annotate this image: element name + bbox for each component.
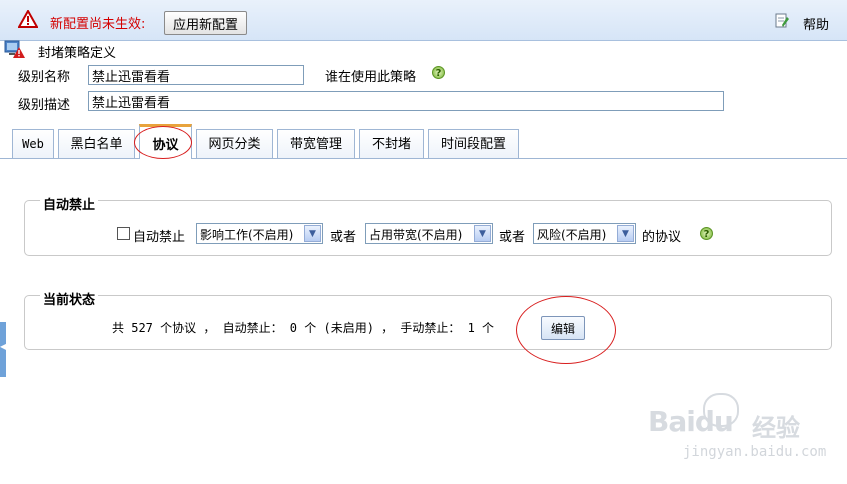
tab-web[interactable]: Web: [12, 129, 54, 158]
risk-select[interactable]: 风险(不启用) ▼: [533, 223, 636, 244]
risk-value: 风险(不启用): [537, 228, 607, 242]
watermark-url: jingyan.baidu.com: [683, 444, 827, 460]
pending-config-warning: 新配置尚未生效:: [50, 17, 146, 32]
chevron-down-icon[interactable]: ▼: [304, 225, 321, 242]
tab-protocol[interactable]: 协议: [139, 124, 192, 159]
current-status-legend: 当前状态: [40, 289, 99, 308]
bandwidth-usage-value: 占用带宽(不启用): [369, 228, 463, 242]
question-icon[interactable]: ?: [700, 227, 713, 240]
protocol-suffix-label: 的协议: [642, 230, 682, 245]
auto-block-checkbox[interactable]: [117, 227, 130, 240]
question-icon[interactable]: ?: [432, 66, 445, 79]
tab-no-block[interactable]: 不封堵: [359, 129, 424, 158]
who-uses-policy-label: 谁在使用此策略: [325, 70, 417, 85]
level-description-input[interactable]: [88, 91, 724, 111]
help-link[interactable]: 帮助: [803, 14, 829, 33]
protocol-status-summary: 共 527 个协议 ， 自动禁止： 0 个 (未启用) ， 手动禁止： 1 个: [112, 321, 495, 335]
auto-block-legend: 自动禁止: [40, 194, 99, 213]
chevron-left-icon: ◀: [0, 342, 7, 351]
chevron-down-icon[interactable]: ▼: [617, 225, 634, 242]
tab-bar-divider: [0, 158, 847, 159]
level-name-label: 级别名称: [18, 70, 71, 85]
edit-button[interactable]: 编辑: [541, 316, 585, 340]
watermark-brand: 经验: [752, 414, 800, 442]
watermark-paw-icon: [703, 393, 739, 427]
bandwidth-usage-select[interactable]: 占用带宽(不启用) ▼: [365, 223, 493, 244]
page-title: 封堵策略定义: [38, 46, 117, 61]
or-label: 或者: [330, 230, 357, 245]
warning-icon: [18, 10, 38, 28]
level-description-label: 级别描述: [18, 98, 71, 113]
work-impact-value: 影响工作(不启用): [200, 228, 294, 242]
tab-bandwidth-management[interactable]: 带宽管理: [277, 129, 355, 158]
policy-block-icon: [4, 40, 25, 58]
auto-block-checkbox-label: 自动禁止: [133, 230, 186, 245]
help-icon[interactable]: [774, 13, 790, 29]
level-name-input[interactable]: [88, 65, 304, 85]
or-label: 或者: [499, 230, 526, 245]
tab-time-period-config[interactable]: 时间段配置: [428, 129, 519, 158]
work-impact-select[interactable]: 影响工作(不启用) ▼: [196, 223, 323, 244]
apply-config-button[interactable]: 应用新配置: [164, 11, 248, 35]
tab-blacklist-whitelist[interactable]: 黑白名单: [58, 129, 135, 158]
tab-web-category[interactable]: 网页分类: [196, 129, 273, 158]
chevron-down-icon[interactable]: ▼: [474, 225, 491, 242]
